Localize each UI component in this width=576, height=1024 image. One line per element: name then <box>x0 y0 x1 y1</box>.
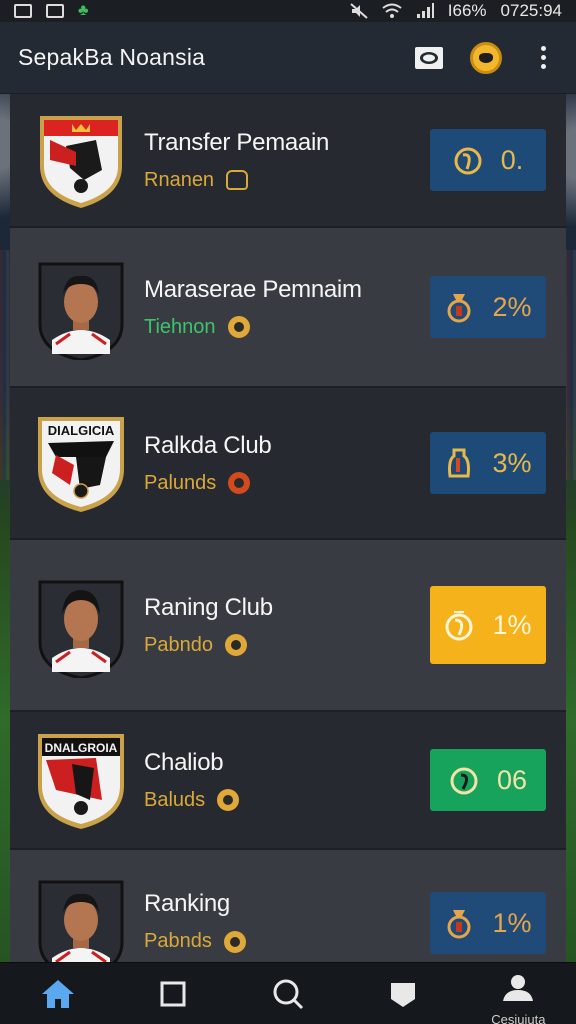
nav-square[interactable] <box>143 963 203 1024</box>
profile-icon <box>503 974 534 1001</box>
item-subtitle: Rnanen <box>144 168 215 191</box>
list-item[interactable]: Transfer Pemaain Rnanen 0. <box>10 94 566 228</box>
item-title: Transfer Pemaain <box>144 128 330 156</box>
list-item[interactable]: DIALGICIA Ralkda Club Palunds 3% <box>10 388 566 540</box>
item-title: Ralkda Club <box>144 431 272 459</box>
list-item[interactable]: Raning Club Pabndo 1% <box>10 540 566 712</box>
item-title: Ranking <box>144 890 230 917</box>
club-crest-icon: DIALGICIA <box>38 417 124 512</box>
list-item[interactable]: Ranking Pabnds 1% <box>10 850 566 978</box>
medal-icon <box>447 294 471 323</box>
bottle-icon <box>448 448 471 478</box>
item-subtitle: Baluds <box>144 788 206 811</box>
coin-bag-icon <box>445 611 473 641</box>
badge-value: 2% <box>492 291 532 322</box>
player-avatar <box>38 262 124 360</box>
chat-icon <box>391 982 416 1007</box>
item-subtitle: Palunds <box>144 471 217 494</box>
player-avatar <box>38 580 124 678</box>
stat-badge[interactable]: 1% <box>430 892 546 954</box>
trophy-icon <box>227 316 250 338</box>
image-icon <box>415 46 443 69</box>
crest-text: DNALGROIA <box>45 741 118 755</box>
trophy-icon <box>224 634 247 656</box>
stat-badge[interactable]: 3% <box>430 432 546 494</box>
bottom-navigation: Cesiuiuta <box>0 962 576 1024</box>
badge-value: 3% <box>492 447 532 478</box>
stat-badge[interactable]: 1% <box>430 586 546 664</box>
item-subtitle: Pabndo <box>144 633 213 656</box>
item-title: Chaliob <box>144 748 224 776</box>
signal-icon <box>416 3 434 18</box>
trophy-icon <box>217 789 240 811</box>
item-subtitle: Tiehnon <box>144 315 216 338</box>
mute-icon <box>350 3 368 19</box>
coin-bag-icon <box>450 767 478 795</box>
coin-bag-icon <box>454 147 482 175</box>
home-icon <box>41 979 74 1008</box>
nav-search[interactable] <box>258 963 318 1024</box>
list-item[interactable]: Maraserae Pemnaim Tiehnon 2% <box>10 228 566 388</box>
app-bar: SepakBa Noansia <box>0 22 576 94</box>
badge-value: 1% <box>492 907 532 938</box>
stat-badge[interactable]: 2% <box>430 276 546 338</box>
status-bar: ♣ I66% 0725:94 <box>0 0 576 22</box>
image-button[interactable] <box>414 43 444 73</box>
nav-profile[interactable]: Cesiuiuta <box>488 963 548 1024</box>
clock: 0725:94 <box>500 1 562 20</box>
save-notification-icon <box>46 4 64 18</box>
ranking-list: Transfer Pemaain Rnanen 0. Maraserae Pem… <box>10 94 566 978</box>
trophy-icon <box>223 930 246 953</box>
nav-home[interactable] <box>28 963 88 1024</box>
image-notification-icon <box>14 4 32 18</box>
nav-chat[interactable] <box>373 963 433 1024</box>
item-subtitle: Pabnds <box>144 930 212 952</box>
ball-icon <box>228 472 251 494</box>
clover-notification-icon: ♣ <box>78 2 89 19</box>
item-title: Maraserae Pemnaim <box>144 275 362 303</box>
square-icon <box>160 981 186 1006</box>
list-item[interactable]: DNALGROIA Chaliob Baluds 06 <box>10 712 566 850</box>
club-crest-icon: DNALGROIA <box>38 734 124 829</box>
coin-button[interactable] <box>470 41 502 74</box>
item-title: Raning Club <box>144 593 273 621</box>
coin-icon <box>479 52 493 63</box>
search-icon <box>273 979 304 1009</box>
wifi-icon <box>382 3 402 18</box>
stat-badge[interactable]: 06 <box>430 749 546 811</box>
battery-level: I66% <box>447 1 487 20</box>
app-title: SepakBa Noansia <box>18 44 206 70</box>
badge-value: 06 <box>496 764 528 795</box>
crest-text: DIALGICIA <box>48 423 115 438</box>
stat-badge[interactable]: 0. <box>430 129 546 191</box>
more-vert-icon[interactable] <box>528 43 558 73</box>
club-crest-icon <box>40 116 122 208</box>
lock-icon <box>226 170 249 190</box>
badge-value: 0. <box>500 144 524 175</box>
profile-label: Cesiuiuta <box>491 1011 546 1024</box>
badge-value: 1% <box>492 609 532 640</box>
medal-icon <box>447 910 471 939</box>
